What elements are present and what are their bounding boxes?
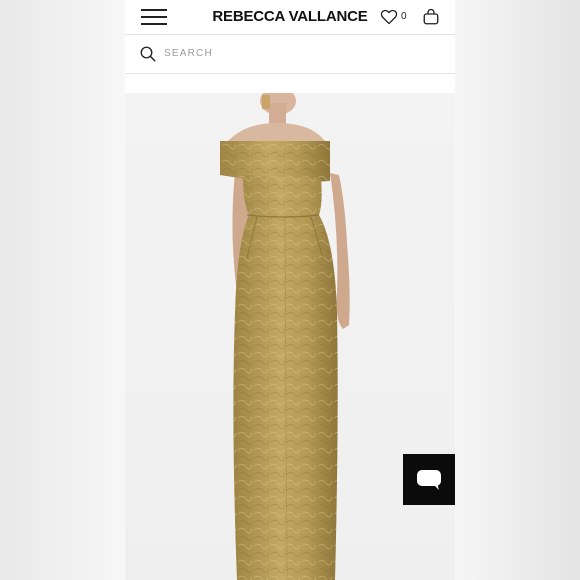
top-nav-bar: REBECCA VALLANCE 0 (125, 0, 455, 35)
chat-bubble-icon (417, 470, 441, 490)
search-placeholder: SEARCH (164, 48, 213, 59)
heart-icon[interactable] (380, 9, 398, 25)
background-left (0, 0, 125, 580)
spacer (125, 74, 455, 93)
wishlist-count: 0 (401, 11, 407, 22)
product-image[interactable] (125, 87, 455, 580)
search-icon (140, 46, 156, 62)
search-bar[interactable]: SEARCH (125, 35, 455, 74)
gown-illustration (220, 87, 350, 580)
phone-screen: REBECCA VALLANCE 0 SEARCH (125, 0, 455, 580)
bag-icon[interactable] (422, 8, 440, 26)
chat-button[interactable] (403, 454, 455, 505)
background-right (455, 0, 580, 580)
